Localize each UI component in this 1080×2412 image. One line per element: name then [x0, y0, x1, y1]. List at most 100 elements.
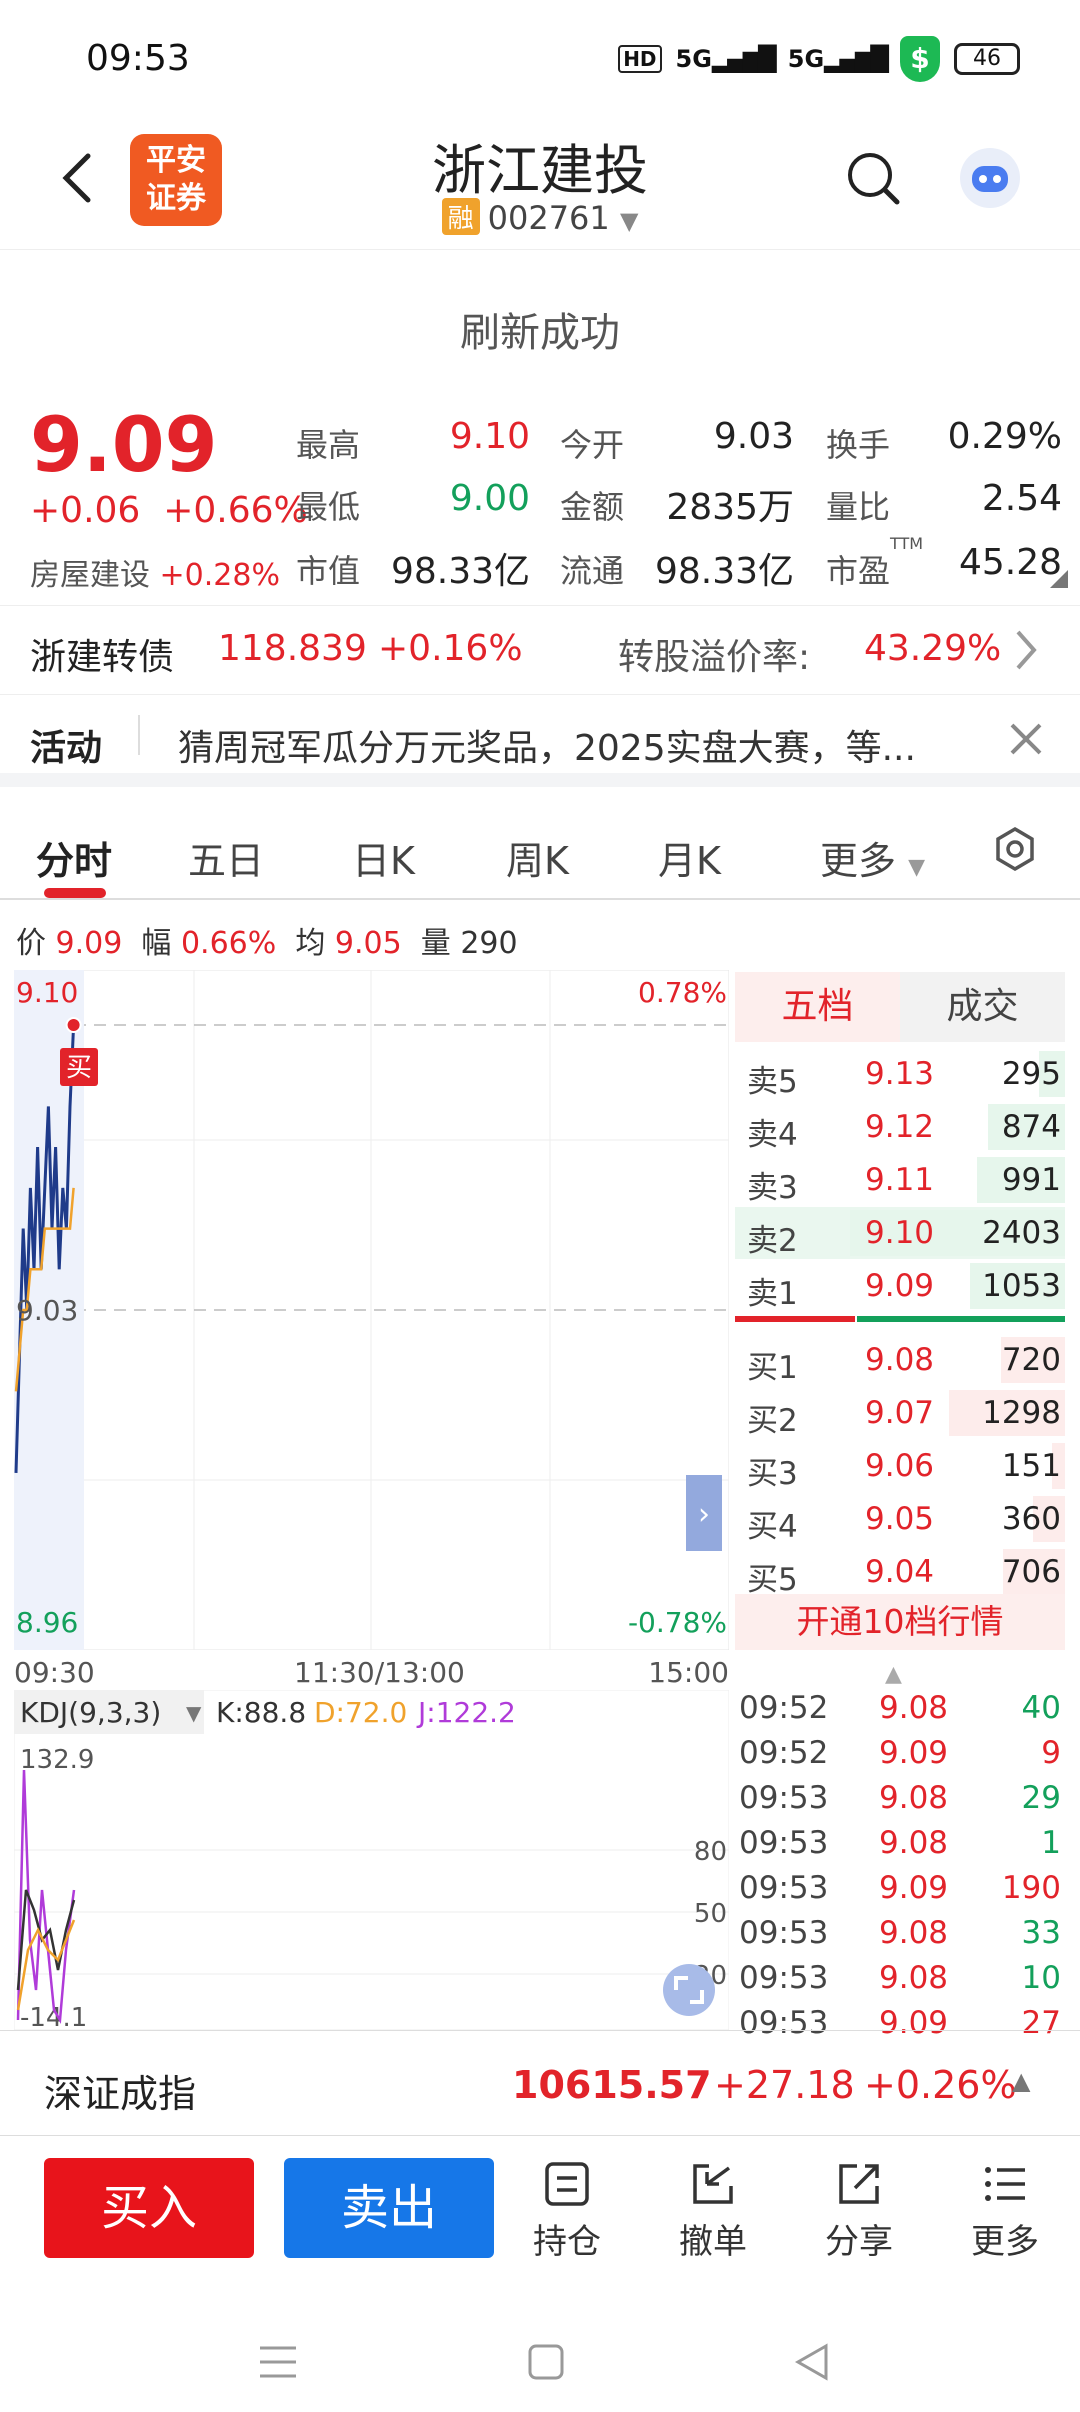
quote-value: 0.29%: [947, 416, 1062, 457]
tab-more-label: 更多: [820, 839, 897, 883]
y-bottom-pct-label: -0.78%: [628, 1606, 727, 1639]
buy-button[interactable]: 买入: [44, 2158, 254, 2258]
undo-icon: [693, 2164, 733, 2204]
level-label: 买4: [747, 1509, 798, 1545]
security-shield-icon: $: [900, 36, 940, 82]
quote-label: 今开: [560, 426, 625, 464]
cancel-order-button[interactable]: 撤单: [658, 2160, 768, 2263]
y-bottom-label: 8.96: [16, 1606, 78, 1639]
clock: 09:53: [86, 38, 190, 79]
trade-volume: 9: [1041, 1735, 1061, 1771]
chevron-down-icon: ▼: [186, 1701, 202, 1725]
time-label-open: 09:30: [14, 1656, 95, 1689]
sector-info[interactable]: 房屋建设 +0.28%: [30, 550, 280, 594]
level-price: 9.09: [865, 1268, 935, 1304]
quote-value: 2.54: [981, 478, 1062, 519]
tab-five-day[interactable]: 五日: [188, 830, 264, 885]
home-nav-icon[interactable]: [528, 2344, 564, 2380]
bid-row[interactable]: 买5 9.04 706: [735, 1546, 1065, 1598]
time-label-noon: 11:30/13:00: [294, 1656, 465, 1689]
trade-volume: 1: [1041, 1825, 1061, 1861]
trade-time: 09:53: [739, 1915, 829, 1951]
ask-row[interactable]: 卖2 9.10 2403: [735, 1207, 1065, 1259]
tab-five-levels[interactable]: 五档: [735, 972, 900, 1042]
quote-value: 45.28: [958, 542, 1062, 583]
current-price: 9.09: [30, 400, 218, 489]
bid-row[interactable]: 买3 9.06 151: [735, 1440, 1065, 1492]
intraday-chart[interactable]: 买 9.10 0.78% 9.03 8.96 -0.78% ›: [14, 970, 729, 1650]
gear-icon[interactable]: [992, 826, 1038, 872]
trade-row: 09:53 9.08 29: [735, 1780, 1065, 1825]
level-label: 卖4: [747, 1117, 798, 1153]
tab-intraday[interactable]: 分时: [36, 830, 112, 885]
ttm-label: TTM: [890, 534, 924, 553]
level-volume: 295: [1001, 1056, 1061, 1092]
tab-monthly-k[interactable]: 月K: [658, 830, 721, 885]
cancel-order-label: 撤单: [679, 2222, 747, 2262]
activity-text: 猜周冠军瓜分万元奖品，2025实盘大赛，等...: [178, 728, 916, 769]
trade-volume: 10: [1021, 1960, 1061, 1996]
ask-row[interactable]: 卖1 9.09 1053: [735, 1260, 1065, 1312]
info-price: 9.09: [55, 926, 123, 961]
fullscreen-button[interactable]: [663, 1964, 715, 2016]
ask-row[interactable]: 卖4 9.12 874: [735, 1101, 1065, 1153]
chevron-right-icon: [1016, 630, 1037, 670]
info-vol: 290: [460, 926, 518, 961]
status-bar: 09:53 HD 5G▂▄▆█ 5G▂▄▆█ $ 46: [0, 0, 1080, 120]
menu-nav-icon[interactable]: [258, 2344, 298, 2380]
holdings-button[interactable]: 持仓: [512, 2160, 622, 2263]
trade-time: 09:53: [739, 1825, 829, 1861]
chart-info: 价 9.09 幅 0.66% 均 9.05 量 290: [16, 918, 518, 962]
quote-value: 98.33亿: [390, 551, 530, 592]
index-bar[interactable]: 深证成指 10615.57 +27.18 +0.26% ▲: [0, 2030, 1080, 2136]
stock-code-selector[interactable]: 融 002761 ▼: [0, 198, 1080, 237]
open-10-levels-button[interactable]: 开通10档行情: [735, 1594, 1065, 1650]
activity-banner[interactable]: 活动 猜周冠军瓜分万元奖品，2025实盘大赛，等...: [0, 695, 1080, 787]
avg-label: 均: [295, 926, 326, 961]
quote-value: 9.10: [449, 416, 530, 457]
search-icon[interactable]: [845, 150, 901, 206]
index-change: +27.18: [714, 2063, 855, 2107]
level-price: 9.07: [865, 1395, 935, 1431]
tab-weekly-k[interactable]: 周K: [506, 830, 569, 885]
bid-row[interactable]: 买2 9.07 1298: [735, 1387, 1065, 1439]
more-button[interactable]: 更多: [950, 2160, 1060, 2263]
tab-trades[interactable]: 成交: [900, 972, 1065, 1042]
ask-row[interactable]: 卖3 9.11 991: [735, 1154, 1065, 1206]
level-price: 9.13: [865, 1056, 935, 1092]
bid-row[interactable]: 买1 9.08 720: [735, 1334, 1065, 1386]
y-top-label: 9.10: [16, 976, 78, 1009]
level-label: 卖2: [747, 1223, 798, 1259]
holdings-label: 持仓: [533, 2222, 601, 2262]
ask-bid-ratio-green: [857, 1316, 1065, 1322]
bid-row[interactable]: 买4 9.05 360: [735, 1493, 1065, 1545]
share-button[interactable]: 分享: [804, 2160, 914, 2263]
trade-price: 9.08: [879, 1915, 949, 1951]
buy-marker-label: 买: [66, 1053, 92, 1083]
ask-row[interactable]: 卖5 9.13 295: [735, 1048, 1065, 1100]
trade-price: 9.09: [879, 1735, 949, 1771]
hd-icon: HD: [618, 45, 662, 73]
ai-assistant-icon[interactable]: [960, 148, 1020, 208]
back-nav-icon[interactable]: [792, 2342, 832, 2382]
trade-price: 9.08: [879, 1690, 949, 1726]
level-volume: 1053: [982, 1268, 1061, 1304]
chevron-up-icon[interactable]: ▲: [885, 1662, 902, 1687]
stock-code: 002761: [487, 199, 610, 237]
close-icon[interactable]: [1008, 721, 1044, 757]
trade-row: 09:52 9.08 40: [735, 1690, 1065, 1735]
tab-more[interactable]: 更多 ▼: [820, 830, 925, 885]
convertible-bond-row[interactable]: 浙建转债 118.839 +0.16% 转股溢价率: 43.29%: [0, 605, 1080, 695]
quote-label: 量比: [826, 488, 891, 526]
trade-time: 09:52: [739, 1690, 829, 1726]
tab-daily-k[interactable]: 日K: [352, 830, 415, 885]
sell-button[interactable]: 卖出: [284, 2158, 494, 2258]
kdj-top-label: 132.9: [20, 1745, 94, 1775]
change-pct: +0.66%: [163, 490, 308, 531]
trade-volume: 40: [1021, 1690, 1061, 1726]
signal-5g-icon: 5G▂▄▆█: [675, 45, 777, 73]
ask-bid-ratio-red: [735, 1316, 855, 1322]
kdj-indicator-chart[interactable]: KDJ(9,3,3) ▼ K:88.8 D:72.0 J:122.2 132.9…: [14, 1690, 729, 2030]
signal-5g-icon-2: 5G▂▄▆█: [787, 45, 889, 73]
cb-pct: +0.16%: [378, 628, 523, 669]
